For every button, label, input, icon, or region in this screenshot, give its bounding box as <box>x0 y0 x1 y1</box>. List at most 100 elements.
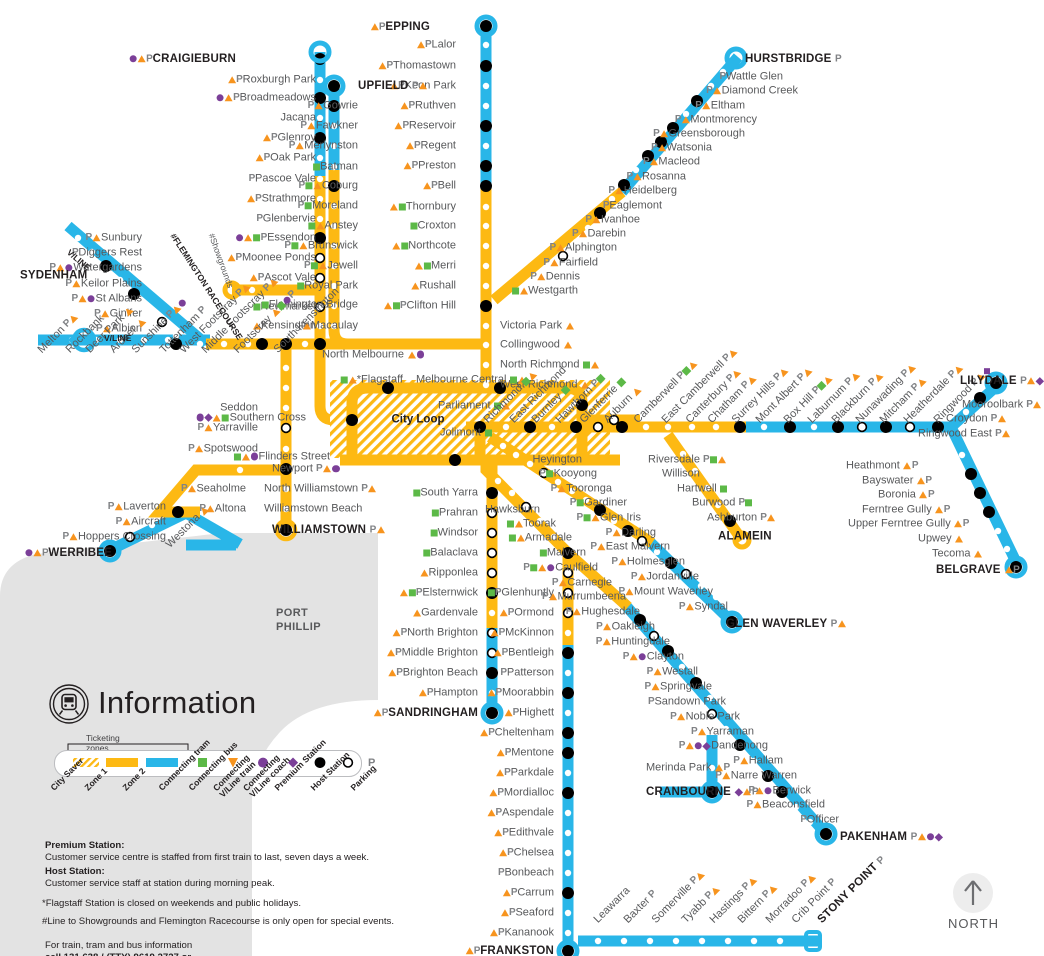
station-label[interactable]: P Watsonia <box>651 142 712 153</box>
station-label[interactable]: PAspendale <box>487 807 554 818</box>
station-label[interactable]: Rushall <box>410 280 456 292</box>
station-label[interactable]: PHampton <box>418 687 478 698</box>
station-label[interactable]: P Jordanville <box>631 571 699 582</box>
station-label[interactable]: LILYDALE P <box>960 375 1044 387</box>
station-label[interactable]: P Montmorency <box>675 114 757 125</box>
station-label[interactable]: Merri <box>414 260 456 272</box>
station-label[interactable]: Gardenvale <box>412 607 478 619</box>
station-label[interactable]: P Greensborough <box>653 128 745 139</box>
station-label[interactable]: Thornbury <box>389 201 456 213</box>
station-label[interactable]: POfficer <box>800 814 839 825</box>
station-label[interactable]: PWERRIBEE <box>24 547 112 559</box>
station-label[interactable]: PCarrum <box>502 887 554 898</box>
station-label[interactable]: Williamstown Beach <box>264 503 362 515</box>
station-label[interactable]: Anstey <box>307 220 358 232</box>
station-label[interactable]: P Fawkner <box>300 120 358 131</box>
station-label[interactable]: P Yarraman <box>691 726 754 737</box>
station-label[interactable]: Batman <box>312 161 358 173</box>
station-label[interactable]: Croxton <box>409 220 456 232</box>
station-label[interactable]: PEdithvale <box>493 827 554 838</box>
station-label[interactable]: Collingwood <box>500 339 572 351</box>
station-label[interactable]: P Alphington <box>550 242 617 253</box>
station-label[interactable]: Heathmont P <box>846 460 919 471</box>
station-label[interactable]: PPreston <box>403 160 456 171</box>
station-label[interactable]: UPFIELD P <box>358 80 428 92</box>
station-label[interactable]: P Caulfield <box>523 562 598 573</box>
station-label[interactable]: P Jewell <box>304 260 358 271</box>
station-label[interactable]: HURSTBRIDGE P <box>745 53 842 65</box>
station-label[interactable]: South Yarra <box>412 487 478 499</box>
station-label[interactable]: P Sunbury <box>86 232 142 243</box>
station-label[interactable]: P Eltham <box>695 100 745 111</box>
station-label[interactable]: P Spotswood <box>188 443 258 454</box>
station-label[interactable]: CRANBOURNE P <box>646 786 759 798</box>
station-label[interactable]: P Kooyong <box>539 468 597 479</box>
station-label[interactable]: Ashburton P <box>707 512 776 523</box>
station-label[interactable]: PPatterson <box>500 667 554 678</box>
station-label[interactable]: Hawksburn <box>485 504 540 516</box>
station-label[interactable]: GLEN WAVERLEY P <box>726 618 846 630</box>
station-label[interactable]: PMoorabbin <box>487 687 554 698</box>
station-label[interactable]: Heyington <box>532 454 582 466</box>
station-label[interactable]: PSANDRINGHAM <box>373 707 478 719</box>
station-label[interactable]: PSeaford <box>500 907 554 918</box>
station-label[interactable]: P Brunswick <box>284 240 358 251</box>
station-label[interactable]: P Murrumbeena <box>542 591 626 602</box>
station-label[interactable]: PMcKinnon <box>490 627 554 638</box>
station-label[interactable]: P Tooronga <box>551 483 612 494</box>
station-label[interactable]: P Aircraft <box>116 516 166 527</box>
station-label[interactable]: PHighett <box>504 707 554 718</box>
station-label[interactable]: Balaclava <box>422 547 478 559</box>
station-label[interactable]: Northcote <box>391 240 456 252</box>
station-label[interactable]: PBentleigh <box>493 647 554 658</box>
station-label[interactable]: Jolimont <box>440 427 492 439</box>
station-label[interactable]: Toorak <box>506 518 556 530</box>
station-label[interactable]: PRoxburgh Park <box>227 74 316 85</box>
station-label[interactable]: Merinda Park P <box>646 762 730 773</box>
station-label[interactable]: PBrighton Beach <box>387 667 478 678</box>
station-label[interactable]: POak Park <box>255 152 316 163</box>
station-label[interactable]: P Rosanna <box>626 171 686 182</box>
station-label[interactable]: P Ivanhoe <box>585 214 640 225</box>
station-label[interactable]: P Westall <box>647 666 698 677</box>
station-label[interactable]: PEaglemont <box>603 200 662 211</box>
station-label[interactable]: PElsternwick <box>399 587 478 598</box>
station-label[interactable]: North Melbourne <box>322 349 425 361</box>
station-label[interactable]: P Hoppers Crossing <box>62 531 166 542</box>
station-label[interactable]: P Gardiner <box>570 497 627 508</box>
station-label[interactable]: P Fairfield <box>543 257 598 268</box>
station-label[interactable]: P Hallam <box>733 755 783 766</box>
station-label[interactable]: P Glen Iris <box>577 512 641 523</box>
station-label[interactable]: P Seaholme <box>181 483 246 494</box>
station-label[interactable]: PChelsea <box>498 847 554 858</box>
station-label[interactable]: P Holmesglen <box>611 556 685 567</box>
station-label[interactable]: Ringwood East P <box>918 428 1011 439</box>
station-label[interactable]: P Hughesdale <box>566 606 640 617</box>
station-label[interactable]: PLalor <box>416 39 456 50</box>
station-label[interactable]: Newport P <box>272 463 340 474</box>
station-label[interactable]: PMentone <box>496 747 554 758</box>
station-label[interactable]: P East Malvern <box>590 541 670 552</box>
station-label[interactable]: Bayswater P <box>862 475 932 486</box>
station-label[interactable]: PParkdale <box>495 767 554 778</box>
station-label[interactable]: PThomastown <box>378 60 456 71</box>
station-label[interactable]: P Macleod <box>643 156 700 167</box>
station-label[interactable]: Windsor <box>430 527 478 539</box>
station-label[interactable]: Boronia P <box>878 489 935 500</box>
station-label[interactable]: PBell <box>422 180 456 191</box>
station-label[interactable]: North Richmond <box>500 359 600 371</box>
station-label[interactable]: Croydon P <box>946 413 1006 424</box>
station-label[interactable]: P Yarraville <box>197 422 258 433</box>
station-label[interactable]: POrmond <box>499 607 554 618</box>
station-label[interactable]: PWattle Glen <box>719 71 783 82</box>
station-label[interactable]: PClifton Hill <box>383 300 456 311</box>
station-label[interactable]: PCRAIGIEBURN <box>129 53 236 65</box>
station-label[interactable]: Mooroolbark P <box>962 399 1042 410</box>
station-label[interactable]: P Huntingdale <box>596 636 670 647</box>
station-label[interactable]: ALAMEIN <box>718 531 772 543</box>
station-label[interactable]: Burwood P <box>692 497 753 508</box>
station-label[interactable]: Upwey <box>918 533 964 545</box>
station-label[interactable]: Prahran <box>431 507 478 519</box>
station-label[interactable]: BELGRAVE P <box>936 564 1020 576</box>
station-label[interactable]: P Clayton <box>623 651 684 662</box>
